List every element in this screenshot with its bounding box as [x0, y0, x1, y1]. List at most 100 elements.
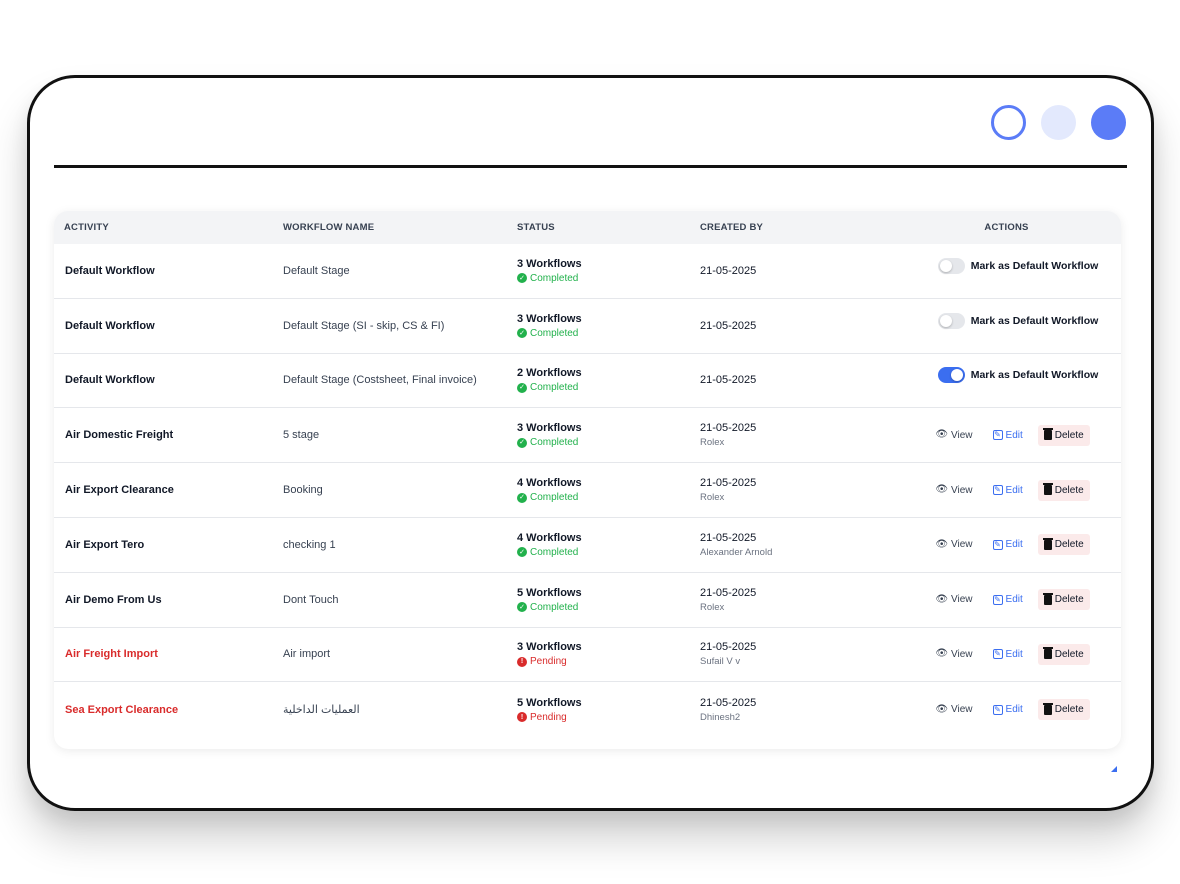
table-row: Default Workflow Default Stage (Costshee…	[54, 354, 1121, 409]
trash-icon	[1042, 702, 1053, 715]
indicator-outline-dot	[991, 105, 1026, 140]
created-by-cell: 21-05-2025 Sufail V v	[692, 641, 892, 667]
delete-label: Delete	[1054, 539, 1084, 551]
actions-cell: 👁︎ View ✎ Edit Delete	[892, 699, 1121, 721]
delete-button[interactable]: Delete	[1037, 424, 1090, 446]
workflow-name: 5 stage	[283, 429, 320, 442]
created-date: 21-05-2025	[700, 586, 757, 599]
default-workflow-toggle[interactable]	[937, 367, 965, 384]
status-badge: ✓ Completed	[517, 492, 692, 503]
column-header-status: STATUS	[517, 222, 555, 233]
trash-icon	[1042, 483, 1053, 496]
edit-icon: ✎	[992, 539, 1003, 550]
creator-name: Sufail V v	[700, 656, 741, 668]
edit-label: Edit	[1005, 539, 1023, 551]
edit-button[interactable]: ✎ Edit	[988, 700, 1028, 719]
edit-label: Edit	[1005, 429, 1023, 441]
edit-label: Edit	[1005, 484, 1023, 496]
status-cell: 4 Workflows ✓ Completed	[508, 477, 692, 503]
created-date: 21-05-2025	[700, 374, 757, 387]
actions-cell: Mark as Default Workflow	[892, 257, 1121, 274]
edit-button[interactable]: ✎ Edit	[988, 535, 1028, 554]
view-button[interactable]: 👁︎ View	[930, 700, 977, 719]
row-actions: 👁︎ View ✎ Edit Delete	[930, 643, 1090, 665]
status-cell: 5 Workflows ! Pending	[508, 697, 692, 723]
trash-icon	[1042, 428, 1053, 441]
default-workflow-toggle-group: Mark as Default Workflow	[937, 367, 1098, 384]
check-circle-icon: ✓	[517, 328, 527, 339]
row-actions: 👁︎ View ✎ Edit Delete	[930, 699, 1090, 721]
check-circle-icon: ✓	[517, 492, 527, 503]
activity-name: Air Export Tero	[65, 538, 145, 551]
default-workflow-toggle[interactable]	[937, 312, 965, 329]
edit-button[interactable]: ✎ Edit	[988, 590, 1028, 609]
status-label: Completed	[530, 382, 579, 394]
eye-icon: 👁︎	[935, 648, 949, 660]
delete-label: Delete	[1054, 484, 1084, 496]
default-workflow-toggle-group: Mark as Default Workflow	[937, 312, 1098, 329]
edit-button[interactable]: ✎ Edit	[988, 481, 1028, 500]
row-actions: 👁︎ View ✎ Edit Delete	[930, 534, 1090, 556]
activity-name: Default Workflow	[65, 374, 155, 387]
status-label: Completed	[530, 492, 579, 504]
workflow-count: 3 Workflows	[517, 422, 582, 435]
workflow-count: 3 Workflows	[517, 641, 582, 654]
workflow-count: 2 Workflows	[517, 367, 582, 380]
created-by-cell: 21-05-2025	[692, 265, 892, 277]
view-button[interactable]: 👁︎ View	[930, 645, 977, 664]
status-badge: ✓ Completed	[517, 547, 692, 558]
edit-button[interactable]: ✎ Edit	[988, 645, 1028, 664]
column-header-created-by: CREATED BY	[700, 222, 764, 233]
eye-icon: 👁︎	[935, 593, 949, 605]
workflow-name: Default Stage (SI - skip, CS & FI)	[283, 319, 445, 332]
trash-icon	[1042, 647, 1053, 660]
check-circle-icon: ✓	[517, 602, 527, 613]
delete-button[interactable]: Delete	[1037, 534, 1090, 556]
resize-handle-icon[interactable]	[1111, 766, 1117, 772]
check-circle-icon: ✓	[517, 273, 527, 284]
workflow-count: 4 Workflows	[517, 531, 582, 544]
workflow-table: ACTIVITY WORKFLOW NAME STATUS CREATED BY…	[54, 211, 1121, 749]
status-badge: ✓ Completed	[517, 602, 692, 613]
check-circle-icon: ✓	[517, 547, 527, 558]
delete-label: Delete	[1054, 594, 1084, 606]
row-actions: 👁︎ View ✎ Edit Delete	[930, 424, 1090, 446]
delete-label: Delete	[1054, 648, 1084, 660]
view-button[interactable]: 👁︎ View	[930, 590, 977, 609]
table-row: Default Workflow Default Stage (SI - ski…	[54, 299, 1121, 354]
actions-cell: 👁︎ View ✎ Edit Delete	[892, 589, 1121, 611]
view-label: View	[951, 484, 973, 496]
table-row: Air Demo From Us Dont Touch 5 Workflows …	[54, 573, 1121, 628]
status-label: Completed	[530, 437, 579, 449]
delete-button[interactable]: Delete	[1037, 589, 1090, 611]
row-actions: 👁︎ View ✎ Edit Delete	[930, 479, 1090, 501]
status-badge: ✓ Completed	[517, 437, 692, 448]
workflow-name: العمليات الداخلية	[283, 704, 360, 717]
device-frame: ACTIVITY WORKFLOW NAME STATUS CREATED BY…	[27, 75, 1154, 811]
status-cell: 3 Workflows ✓ Completed	[508, 422, 692, 448]
workflow-count: 5 Workflows	[517, 696, 582, 709]
actions-cell: 👁︎ View ✎ Edit Delete	[892, 643, 1121, 665]
trash-icon	[1042, 537, 1053, 550]
delete-button[interactable]: Delete	[1037, 479, 1090, 501]
created-by-cell: 21-05-2025 Dhinesh2	[692, 697, 892, 723]
created-by-cell: 21-05-2025 Rolex	[692, 422, 892, 448]
table-row: Air Freight Import Air import 3 Workflow…	[54, 628, 1121, 683]
creator-name: Rolex	[700, 492, 725, 504]
status-label: Pending	[530, 711, 567, 723]
status-badge: ! Pending	[517, 712, 692, 723]
delete-label: Delete	[1054, 429, 1084, 441]
exclamation-circle-icon: !	[517, 712, 527, 723]
default-workflow-toggle[interactable]	[937, 257, 965, 274]
edit-button[interactable]: ✎ Edit	[988, 426, 1028, 445]
delete-button[interactable]: Delete	[1037, 643, 1090, 665]
view-button[interactable]: 👁︎ View	[930, 535, 977, 554]
view-button[interactable]: 👁︎ View	[930, 426, 977, 445]
view-button[interactable]: 👁︎ View	[930, 481, 977, 500]
status-label: Pending	[530, 656, 567, 668]
view-label: View	[951, 594, 973, 606]
status-label: Completed	[530, 272, 579, 284]
exclamation-circle-icon: !	[517, 656, 527, 667]
delete-button[interactable]: Delete	[1037, 699, 1090, 721]
status-cell: 5 Workflows ✓ Completed	[508, 587, 692, 613]
